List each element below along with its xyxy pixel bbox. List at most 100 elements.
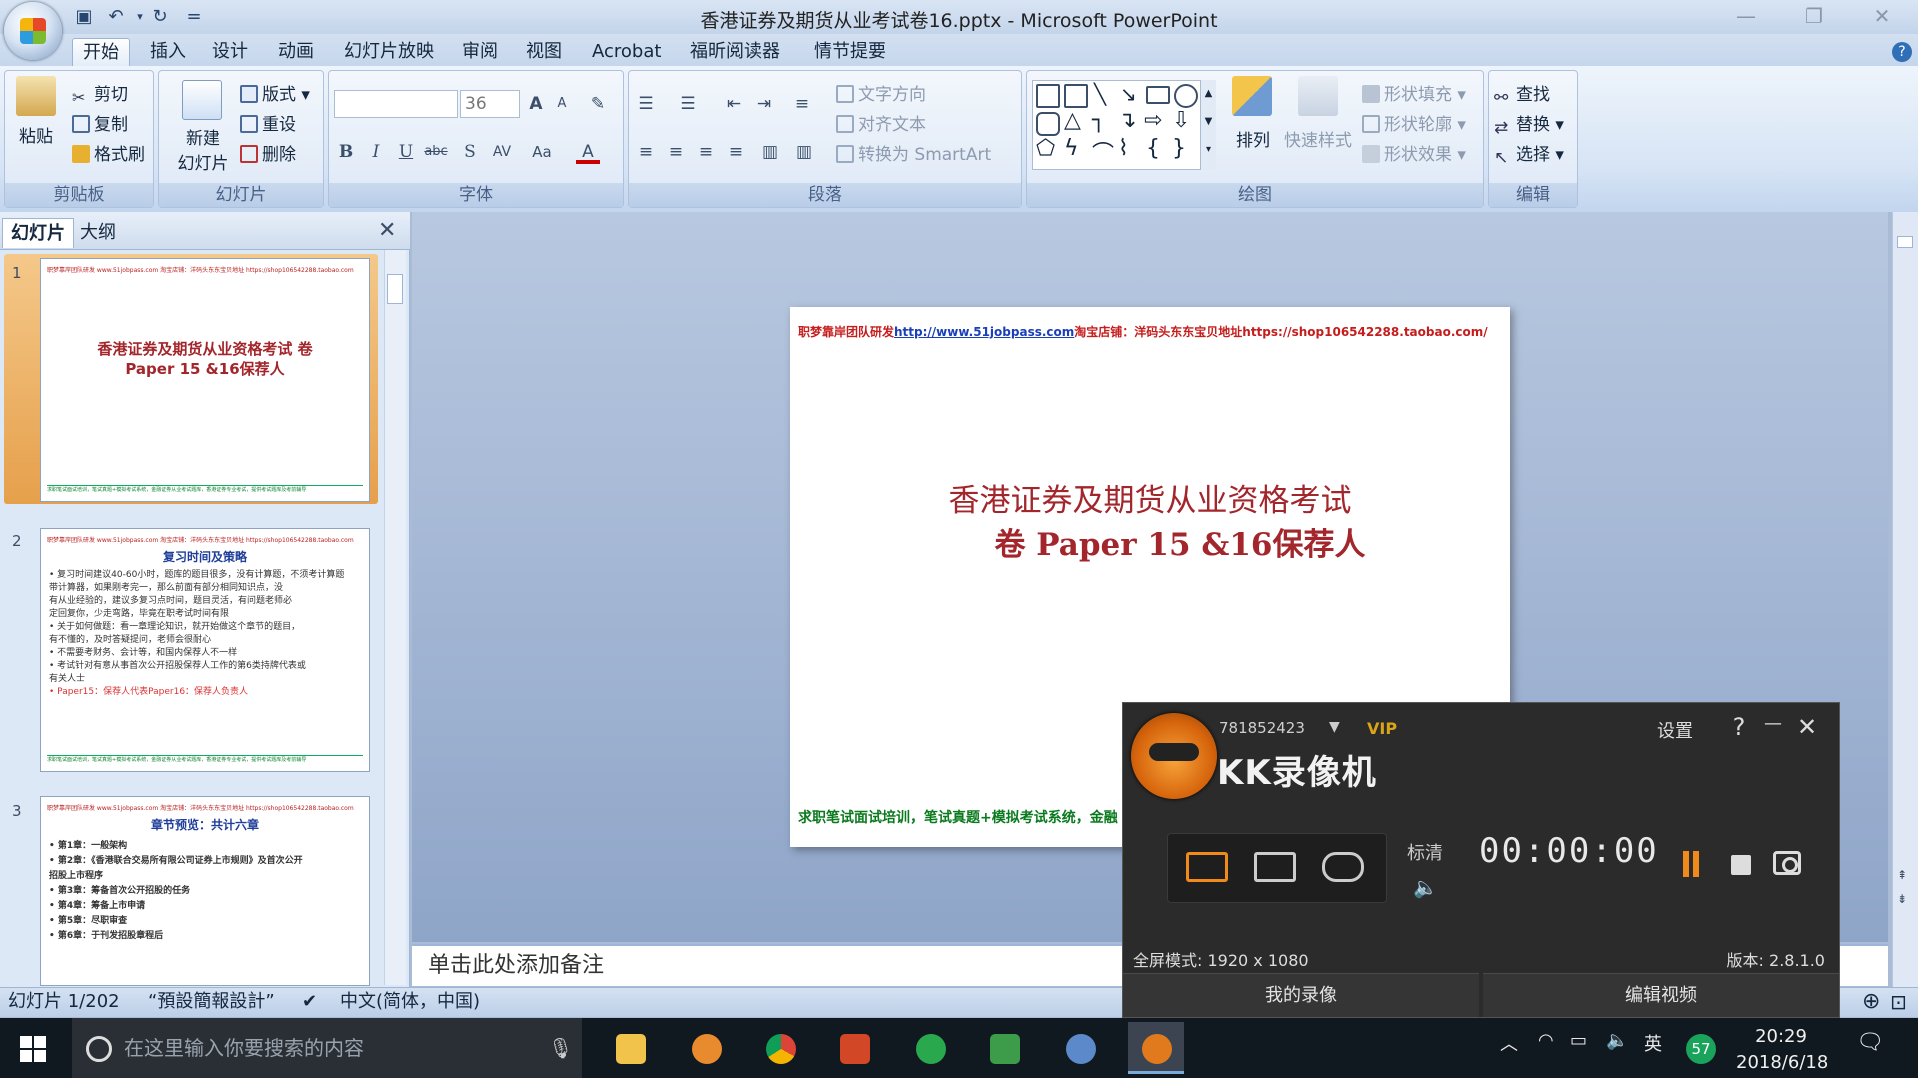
- change-case-button[interactable]: Aa: [530, 140, 554, 164]
- close-button[interactable]: ✕: [1862, 4, 1902, 30]
- arrange-button[interactable]: 排列: [1228, 76, 1278, 176]
- vertical-scrollbar[interactable]: ⇞ ⇟: [1892, 212, 1918, 987]
- arrow-shape-icon[interactable]: ↘: [1120, 82, 1137, 106]
- kk-quality-selector[interactable]: 标清: [1407, 839, 1443, 865]
- my-recordings-button[interactable]: 我的录像: [1123, 973, 1479, 1017]
- chevron-down-icon[interactable]: ▼: [1329, 719, 1340, 735]
- kk-vip-badge[interactable]: VIP: [1367, 719, 1397, 738]
- rectangle-shape-icon[interactable]: [1146, 86, 1170, 104]
- bullets-icon[interactable]: ☰: [634, 92, 658, 116]
- kk-help-button[interactable]: ?: [1725, 713, 1753, 741]
- align-center-icon[interactable]: ≡: [664, 140, 688, 164]
- line-shape-icon[interactable]: ╲: [1094, 82, 1106, 106]
- game-mode-icon[interactable]: [1322, 852, 1364, 882]
- tab-animations[interactable]: 动画: [268, 38, 324, 66]
- layout-button[interactable]: 版式 ▾: [240, 80, 310, 105]
- reset-button[interactable]: 重设: [240, 110, 296, 135]
- slide-header-link[interactable]: http://www.51jobpass.com: [894, 325, 1074, 339]
- textbox-shape-icon[interactable]: [1036, 84, 1060, 108]
- shadow-button[interactable]: S: [458, 140, 482, 164]
- scroll-thumb[interactable]: [387, 274, 403, 304]
- tab-view[interactable]: 视图: [516, 38, 572, 66]
- rounded-rect-icon[interactable]: [1036, 112, 1060, 136]
- char-spacing-button[interactable]: AV: [490, 140, 514, 164]
- scroll-thumb[interactable]: [1897, 236, 1913, 248]
- cortana-icon[interactable]: [86, 1036, 112, 1062]
- oval-shape-icon[interactable]: [1174, 84, 1198, 108]
- italic-button[interactable]: I: [364, 140, 388, 164]
- wifi-icon[interactable]: ◠: [1538, 1030, 1554, 1051]
- next-slide-icon[interactable]: ⇟: [1897, 892, 1907, 906]
- edit-video-button[interactable]: 编辑视频: [1483, 973, 1839, 1017]
- paste-button[interactable]: 粘贴: [14, 76, 58, 172]
- cut-button[interactable]: ✂ 剪切: [72, 80, 128, 107]
- ime-indicator[interactable]: 英: [1644, 1030, 1662, 1056]
- distributed-icon[interactable]: ▥: [758, 140, 782, 164]
- volume-icon[interactable]: 🔈: [1413, 875, 1438, 899]
- justify-icon[interactable]: ≡: [724, 140, 748, 164]
- font-size-field[interactable]: 36: [460, 90, 520, 118]
- language-status[interactable]: 中文(简体，中国): [340, 987, 480, 1017]
- microphone-icon[interactable]: 🎙: [548, 1036, 573, 1060]
- tab-design[interactable]: 设计: [202, 38, 258, 66]
- shape-outline-button[interactable]: 形状轮廓 ▾: [1362, 110, 1466, 135]
- panel-close-icon[interactable]: ✕: [378, 218, 396, 243]
- left-brace-icon[interactable]: {: [1146, 136, 1160, 161]
- clear-format-icon[interactable]: ✎: [586, 92, 610, 116]
- font-name-field[interactable]: [334, 90, 458, 118]
- select-button[interactable]: ↖ 选择 ▾: [1494, 140, 1564, 168]
- vertical-textbox-icon[interactable]: [1064, 84, 1088, 108]
- office-button[interactable]: [4, 2, 62, 60]
- shape-gallery-scroll[interactable]: ▲ ▼ ▾: [1200, 80, 1216, 170]
- taskbar-app-2[interactable]: [678, 1022, 734, 1074]
- tab-slides-panel[interactable]: 幻灯片: [2, 218, 74, 248]
- shape-effects-button[interactable]: 形状效果 ▾: [1362, 140, 1466, 165]
- underline-button[interactable]: U: [394, 140, 418, 164]
- taskbar-app-6[interactable]: [976, 1022, 1032, 1074]
- tab-outline-panel[interactable]: 大纲: [72, 218, 124, 248]
- kk-user-id[interactable]: 781852423: [1219, 719, 1305, 737]
- taskbar-file-explorer[interactable]: [602, 1022, 658, 1074]
- elbow-arrow-icon[interactable]: ↴: [1118, 108, 1136, 133]
- action-center-icon[interactable]: 🗨: [1856, 1030, 1884, 1055]
- tab-foxit[interactable]: 福昕阅读器: [680, 38, 790, 66]
- battery-icon[interactable]: ▭: [1570, 1030, 1587, 1051]
- slide-title[interactable]: 香港证券及期货从业资格考试卷 Paper 15 &16保荐人: [790, 479, 1510, 567]
- windows-start-icon[interactable]: [20, 1036, 46, 1062]
- slide-thumb-3[interactable]: 职梦靠岸团队研发 www.51jobpass.com 淘宝店铺：洋码头东东宝贝地…: [40, 796, 370, 986]
- fit-window-icon[interactable]: ⊡: [1890, 987, 1907, 1017]
- grow-font-button[interactable]: A: [524, 92, 548, 116]
- prev-slide-icon[interactable]: ⇞: [1897, 868, 1907, 882]
- strikethrough-button[interactable]: abc: [424, 140, 448, 164]
- help-icon[interactable]: ?: [1892, 42, 1912, 62]
- pentagon-icon[interactable]: ⬠: [1036, 136, 1055, 161]
- text-direction-button[interactable]: 文字方向: [836, 80, 926, 105]
- elbow-connector-icon[interactable]: ┐: [1092, 108, 1105, 133]
- minimize-button[interactable]: —: [1726, 4, 1766, 30]
- tab-storyboard[interactable]: 情节提要: [804, 38, 896, 66]
- restore-button[interactable]: ❐: [1794, 4, 1834, 30]
- camera-icon[interactable]: [1773, 851, 1801, 875]
- arc-icon[interactable]: ⌒: [1092, 136, 1114, 168]
- notification-badge[interactable]: 57: [1686, 1034, 1716, 1064]
- triangle-shape-icon[interactable]: △: [1064, 108, 1081, 133]
- tab-acrobat[interactable]: Acrobat: [582, 38, 671, 66]
- find-button[interactable]: ⚯ 查找: [1494, 80, 1550, 108]
- taskbar-chrome[interactable]: [752, 1022, 808, 1074]
- format-painter-button[interactable]: 格式刷: [72, 140, 145, 165]
- new-slide-button[interactable]: 新建 幻灯片: [170, 76, 236, 176]
- taskbar-powerpoint[interactable]: [826, 1022, 882, 1074]
- tab-home[interactable]: 开始: [72, 38, 130, 66]
- tab-review[interactable]: 审阅: [452, 38, 508, 66]
- kk-close-button[interactable]: ✕: [1793, 713, 1821, 741]
- shape-fill-button[interactable]: 形状填充 ▾: [1362, 80, 1466, 105]
- slide-thumb-2[interactable]: 职梦靠岸团队研发 www.51jobpass.com 淘宝店铺：洋码头东东宝贝地…: [40, 528, 370, 772]
- bold-button[interactable]: B: [334, 140, 358, 164]
- fullscreen-mode-icon[interactable]: [1186, 852, 1228, 882]
- kk-minimize-button[interactable]: —: [1759, 713, 1787, 734]
- taskbar-app-5[interactable]: [902, 1022, 958, 1074]
- taskbar-app-7[interactable]: [1052, 1022, 1108, 1074]
- right-brace-icon[interactable]: }: [1172, 136, 1186, 161]
- tab-slideshow[interactable]: 幻灯片放映: [334, 38, 444, 66]
- replace-button[interactable]: ⇄ 替换 ▾: [1494, 110, 1564, 138]
